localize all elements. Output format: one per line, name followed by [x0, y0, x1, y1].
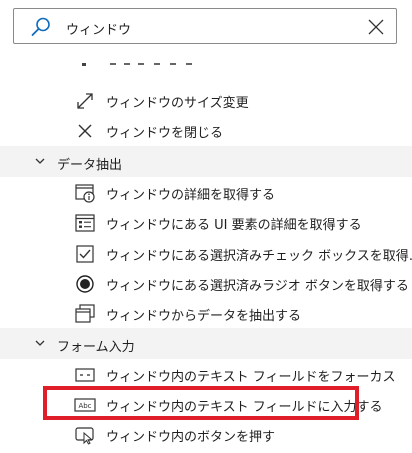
search-input[interactable]: ウィンドウ — [66, 19, 131, 38]
action-get-ui-element-details[interactable]: ウィンドウにある UI 要素の詳細を取得する — [0, 207, 412, 238]
radio-icon — [74, 273, 96, 295]
partial-row — [74, 62, 214, 72]
action-label: ウィンドウの詳細を取得する — [106, 188, 276, 203]
pointer-button-icon — [74, 424, 96, 446]
category-form-fill[interactable]: フォーム入力 — [0, 328, 412, 359]
action-get-selected-radio[interactable]: ウィンドウにある選択済みラジオ ボタンを取得する — [0, 268, 412, 299]
action-label: ウィンドウからデータを抽出する — [106, 309, 302, 324]
action-resize-window[interactable]: ウィンドウのサイズ変更 — [0, 85, 412, 116]
search-box[interactable]: ウィンドウ — [13, 8, 397, 44]
search-icon — [31, 17, 50, 36]
diagonal-arrows-icon — [74, 90, 96, 112]
action-label: ウィンドウにある UI 要素の詳細を取得する — [106, 218, 362, 233]
action-label: ウィンドウ内のテキスト フィールドをフォーカス — [106, 370, 396, 385]
action-get-window-details[interactable]: ウィンドウの詳細を取得する — [0, 177, 412, 208]
checkbox-icon — [74, 243, 96, 265]
list-form-icon — [74, 212, 96, 234]
category-label: フォーム入力 — [57, 340, 135, 355]
textfield-icon — [74, 364, 96, 386]
highlight-box — [43, 386, 359, 420]
action-label: ウィンドウにある選択済みチェック ボックスを取得… — [106, 249, 412, 264]
action-label: ウィンドウのサイズ変更 — [106, 96, 249, 111]
action-get-selected-checkbox[interactable]: ウィンドウにある選択済みチェック ボックスを取得… — [0, 238, 412, 269]
x-icon — [74, 120, 96, 142]
action-close-window[interactable]: ウィンドウを閉じる — [0, 115, 412, 146]
chevron-down-icon — [35, 340, 45, 346]
action-label: ウィンドウ内のボタンを押す — [106, 430, 276, 445]
chevron-down-icon — [35, 158, 45, 164]
action-press-button[interactable]: ウィンドウ内のボタンを押す — [0, 419, 412, 450]
action-label: ウィンドウにある選択済みラジオ ボタンを取得する — [106, 279, 409, 294]
window-stack-icon — [74, 303, 96, 325]
cut-off-row-fragment — [82, 63, 192, 66]
category-data-extraction[interactable]: データ抽出 — [0, 146, 412, 177]
action-label: ウィンドウを閉じる — [106, 126, 224, 141]
category-label: データ抽出 — [57, 158, 123, 173]
action-extract-data-from-window[interactable]: ウィンドウからデータを抽出する — [0, 298, 412, 329]
clear-search-icon[interactable] — [366, 17, 386, 37]
window-info-icon — [74, 182, 96, 204]
